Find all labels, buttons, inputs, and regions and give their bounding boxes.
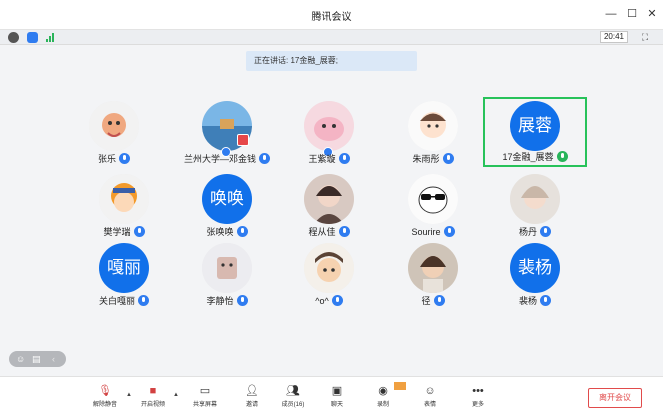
avatar [408,101,458,151]
participant-name: 17金融_展蓉 [502,152,554,162]
participant-name: 张乐 [97,154,116,164]
mic-icon [236,295,248,306]
smile-icon[interactable]: ☺ [16,353,25,365]
participant-tile[interactable]: 王紫璇 [277,98,381,168]
video-options-caret-icon[interactable]: ▲ [173,392,179,398]
add-user-icon: 👤︎ [245,385,259,397]
mic-icon [236,226,248,237]
participant-name: ^o^ [315,296,329,306]
meeting-toolbar: 🎙︎ 解除静音 ▲ ■ 开启视频 ▲ ▭ 共享屏幕 👤︎ 邀请 👥︎ 成员(16… [0,376,663,416]
participant-name: 程从佳 [308,227,336,237]
chat-bubble-icon[interactable]: ▤ [32,353,41,365]
maximize-icon[interactable]: ☐ [624,6,640,22]
participant-tile[interactable]: 杨丹 [483,171,587,241]
avatar [99,174,149,224]
participant-name: 杨丹 [518,227,537,237]
meeting-clock: 20:41 [600,31,628,43]
info-icon[interactable] [8,32,19,43]
participant-tile[interactable]: 嘎丽 关白嘎丽 [72,240,176,310]
participant-tile[interactable]: Sourire [381,171,485,241]
participant-tile[interactable]: 李静怡 [175,240,279,310]
participant-name: 兰州大学—邓金钱 [183,154,256,164]
speaking-banner: 正在讲话: 17金融_展蓉; [246,51,417,71]
mic-icon [442,153,454,164]
avatar [304,101,354,151]
mic-icon [133,226,145,237]
participant-name: Sourire [411,227,441,237]
mic-icon [540,226,551,237]
avatar [408,243,458,293]
avatar [408,174,458,224]
participant-tile[interactable]: 径 [381,240,485,310]
mic-icon [119,153,130,164]
fullscreen-icon[interactable]: ⛶ [640,32,650,42]
mic-icon [138,295,149,306]
participant-tile[interactable]: ^o^ [277,240,381,310]
share-screen-icon: ▭ [199,385,211,397]
signal-icon[interactable] [46,33,56,42]
participant-name: 张唤唤 [206,227,234,237]
participant-tile[interactable]: 朱雨彤 [381,98,485,168]
chevron-left-icon[interactable]: ‹ [52,353,55,365]
mic-icon [540,295,551,306]
participant-name: 樊学瑞 [103,227,131,237]
avatar-text: 展蓉 [510,101,560,151]
record-badge-icon [394,382,406,390]
participant-tile[interactable]: 唤唤 张唤唤 [175,171,279,241]
mute-button[interactable]: 🎙︎ 解除静音 [83,385,127,415]
more-dots-icon: ••• [472,385,484,397]
participant-name: 王紫璇 [308,154,336,164]
participant-tile-active[interactable]: 展蓉 17金融_展蓉 [483,97,587,167]
leave-meeting-button[interactable]: 离开会议 [588,388,642,408]
title-bar: 腾讯会议 — ☐ ✕ [0,0,663,30]
participant-tile[interactable]: 樊学瑞 [72,171,176,241]
shield-icon[interactable] [27,32,38,43]
members-button[interactable]: 👥︎ 成员(16) [271,385,315,415]
screen-share-badge-icon [237,134,249,146]
video-button[interactable]: ■ 开启视频 [131,385,175,415]
members-icon: 👥︎ [286,385,300,397]
minimize-icon[interactable]: — [603,6,619,22]
chat-button[interactable]: ▣ 聊天 [315,385,359,415]
avatar-text: 裴杨 [510,243,560,293]
participant-tile[interactable]: 程从佳 [277,171,381,241]
mic-icon [433,295,445,306]
participant-name: 关白嘎丽 [98,296,135,306]
participant-name: 朱雨彤 [412,154,440,164]
participant-tile[interactable]: 兰州大学—邓金钱 [175,98,279,168]
close-icon[interactable]: ✕ [644,6,660,22]
mic-icon [443,226,455,237]
participant-tile[interactable]: 裴杨 裴杨 [483,240,587,310]
emoji-button[interactable]: ☺ 表情 [408,385,452,415]
avatar [510,174,560,224]
emoji-icon: ☺ [424,385,436,397]
invite-button[interactable]: 👤︎ 邀请 [230,385,274,415]
record-icon: ◉ [378,385,388,397]
avatar [304,243,354,293]
window-title: 腾讯会议 [311,12,352,23]
avatar-text: 唤唤 [202,174,252,224]
participant-tile[interactable]: 张乐 [62,98,166,168]
chat-icon: ▣ [331,385,343,397]
mic-icon [338,226,350,237]
avatar-text: 嘎丽 [99,243,149,293]
more-button[interactable]: ••• 更多 [456,385,500,415]
avatar [89,101,139,151]
status-bar: 20:41 ⛶ [0,30,663,45]
avatar [304,174,354,224]
share-screen-button[interactable]: ▭ 共享屏幕 [183,385,227,415]
mic-icon [259,153,270,164]
avatar [202,243,252,293]
participant-name: 径 [421,296,431,306]
speaking-mic-icon [556,151,568,162]
participant-name: 裴杨 [518,296,537,306]
mic-icon [338,153,350,164]
view-controls: ☺ ▤ ‹ [9,351,66,367]
video-off-icon: ■ [149,385,157,397]
mic-icon [331,295,343,306]
participant-name: 李静怡 [206,296,234,306]
mic-muted-icon: 🎙︎ [98,385,112,397]
